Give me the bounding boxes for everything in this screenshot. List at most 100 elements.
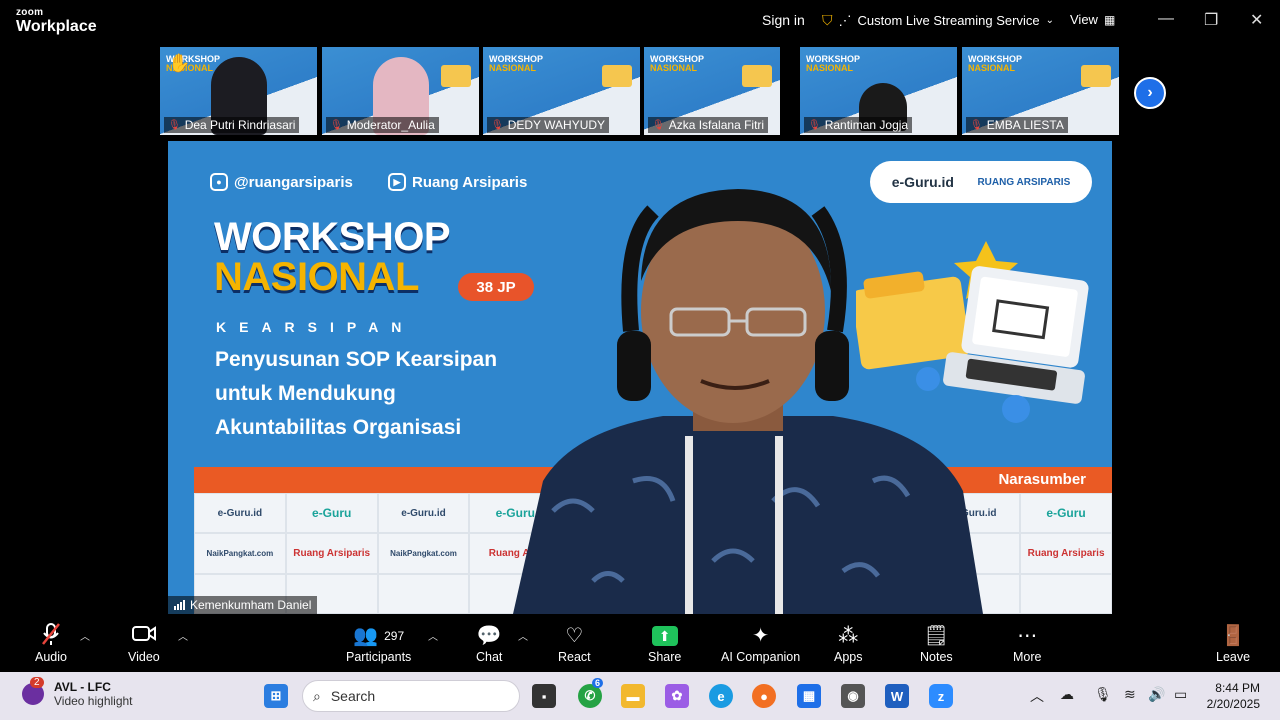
windows-start-icon[interactable]: ⊞ bbox=[264, 684, 288, 708]
system-clock[interactable]: 8:44 PM 2/20/2025 bbox=[1207, 680, 1260, 712]
file-explorer-icon[interactable]: ▬ bbox=[621, 684, 645, 708]
search-placeholder: Search bbox=[330, 688, 376, 704]
chat-options-caret-icon[interactable]: ︿ bbox=[518, 628, 528, 643]
sponsor-logo: Ruang Arsiparis bbox=[1020, 533, 1112, 574]
word-icon[interactable]: W bbox=[885, 684, 909, 708]
view-label: View bbox=[1070, 12, 1098, 27]
next-page-button[interactable]: › bbox=[1134, 77, 1166, 109]
instagram-text: @ruangarsiparis bbox=[234, 173, 353, 191]
participant-name-tag: 🎙 EMBA LIESTA bbox=[966, 117, 1068, 133]
ai-companion-button[interactable]: ✦ AI Companion bbox=[721, 622, 800, 664]
chat-button[interactable]: 💬 Chat bbox=[476, 622, 502, 664]
audio-button[interactable]: Audio bbox=[35, 622, 67, 664]
workshop-title-line-2: NASIONAL bbox=[214, 255, 419, 299]
participants-options-caret-icon[interactable]: ︿ bbox=[428, 628, 438, 643]
sign-in-button[interactable]: Sign in bbox=[762, 12, 805, 28]
workshop-title-line-1: WORKSHOP bbox=[214, 215, 451, 259]
narasumber-label: Narasumber bbox=[998, 471, 1086, 488]
sponsor-logo: NaikPangkat.com bbox=[194, 533, 286, 574]
participant-tile[interactable]: WORKSHOP NASIONAL 🎙 Rantiman Jogja bbox=[800, 47, 957, 135]
battery-icon[interactable]: ▭ bbox=[1174, 686, 1187, 703]
leave-button[interactable]: 🚪 Leave bbox=[1216, 622, 1250, 664]
sponsor-logo: e-Guru.id bbox=[377, 493, 470, 534]
share-button[interactable]: ⬆ Share bbox=[648, 622, 681, 664]
rss-icon: ⋰ bbox=[838, 12, 852, 28]
sponsor-logo: e-Guru bbox=[1020, 493, 1112, 534]
video-options-caret-icon[interactable]: ︿ bbox=[178, 628, 188, 643]
sponsor-logo: e-Guru.id bbox=[194, 493, 286, 534]
apps-label: Apps bbox=[834, 650, 863, 664]
instagram-handle: ● @ruangarsiparis bbox=[210, 173, 353, 191]
participants-label: Participants bbox=[346, 650, 412, 664]
sponsor-logo: Ruang Arsiparis bbox=[285, 533, 378, 574]
taskbar-search[interactable]: ⌕ Search bbox=[302, 680, 520, 712]
audio-options-caret-icon[interactable]: ︿ bbox=[80, 628, 90, 643]
sponsor-logo bbox=[377, 573, 470, 614]
windows-taskbar: 2 AVL - LFC Video highlight ⊞ ⌕ Search ▪… bbox=[0, 672, 1280, 720]
participant-tile[interactable]: WORKSHOP NASIONAL 🎙 EMBA LIESTA bbox=[962, 47, 1119, 135]
view-button[interactable]: View ▦ bbox=[1070, 12, 1115, 27]
widget-news[interactable]: 2 AVL - LFC Video highlight bbox=[22, 677, 133, 708]
video-label: Video bbox=[128, 650, 160, 664]
muted-mic-icon: 🎙 bbox=[168, 119, 181, 131]
weather-icon[interactable]: ☁ bbox=[1060, 686, 1074, 703]
edge-icon[interactable]: e bbox=[709, 684, 733, 708]
subtitle-line-1: Penyusunan SOP Kearsipan bbox=[215, 348, 498, 371]
minimize-icon[interactable]: — bbox=[1158, 10, 1174, 28]
participant-tile[interactable]: 🎙 Moderator_Aulia bbox=[322, 47, 479, 135]
thumb-slide-title: WORKSHOP NASIONAL bbox=[968, 54, 1022, 74]
task-view-icon[interactable]: ▪ bbox=[532, 684, 556, 708]
participant-name-tag: 🎙 DEDY WAHYUDY bbox=[487, 117, 610, 133]
sparkle-icon: ✦ bbox=[752, 625, 769, 647]
camera-icon[interactable]: ◉ bbox=[841, 684, 865, 708]
whatsapp-badge: 6 bbox=[592, 678, 604, 688]
video-button[interactable]: Video bbox=[128, 622, 160, 664]
participant-name-tag: 🎙 Moderator_Aulia bbox=[326, 117, 439, 133]
store-icon[interactable]: ▦ bbox=[797, 684, 821, 708]
volume-icon[interactable]: 🔊 bbox=[1148, 686, 1165, 703]
firefox-icon[interactable]: ● bbox=[752, 684, 776, 708]
participant-name-tag: 🎙 Rantiman Jogja bbox=[804, 117, 913, 133]
restore-icon[interactable]: ❐ bbox=[1204, 10, 1218, 30]
notes-icon: 🗒 bbox=[923, 625, 950, 647]
live-streaming-dropdown[interactable]: ⛉ ⋰ Custom Live Streaming Service ⌄ bbox=[822, 12, 1054, 29]
whatsapp-icon[interactable]: ✆ 6 bbox=[578, 678, 604, 708]
participant-strip: WORKSHOP NASIONAL ✋ 🎙 Dea Putri Rindriasar… bbox=[160, 47, 1124, 135]
share-screen-icon: ⬆ bbox=[651, 626, 678, 646]
zoom-app-icon[interactable]: z bbox=[929, 684, 953, 708]
youtube-icon: ▶ bbox=[388, 173, 406, 191]
youtube-handle: ▶ Ruang Arsiparis bbox=[388, 173, 527, 191]
copilot-icon[interactable]: ✿ bbox=[665, 684, 689, 708]
wifi-icon[interactable]: ≋ bbox=[1124, 686, 1136, 703]
active-speaker-video: ● @ruangarsiparis ▶ Ruang Arsiparis e-Gu… bbox=[168, 141, 1112, 614]
more-button[interactable]: ⋯ More bbox=[1013, 622, 1041, 664]
thumb-slide-art bbox=[1081, 65, 1111, 87]
participants-count: 297 bbox=[384, 629, 405, 643]
premier-league-icon: 2 bbox=[22, 677, 44, 705]
tray-overflow-icon[interactable]: ︿ bbox=[1030, 686, 1044, 706]
search-icon: ⌕ bbox=[313, 687, 321, 704]
thumb-slide-title: WORKSHOP NASIONAL bbox=[489, 54, 543, 74]
thumb-slide-art bbox=[441, 65, 471, 87]
react-label: React bbox=[558, 650, 591, 664]
sign-in-label: Sign in bbox=[762, 12, 805, 28]
apps-button[interactable]: ⁂ Apps bbox=[834, 622, 863, 664]
leave-label: Leave bbox=[1216, 650, 1251, 664]
close-icon[interactable]: ✕ bbox=[1250, 10, 1263, 30]
thumb-title-2: NASIONAL bbox=[650, 63, 697, 74]
video-camera-icon bbox=[131, 622, 157, 650]
muted-mic-icon: 🎙 bbox=[330, 119, 343, 131]
participant-tile[interactable]: WORKSHOP NASIONAL ✋ 🎙 Dea Putri Rindriasar… bbox=[160, 47, 317, 135]
more-ellipsis-icon: ⋯ bbox=[1017, 625, 1038, 647]
audio-level-icon bbox=[174, 600, 185, 610]
thumb-title-2: NASIONAL bbox=[968, 63, 1015, 74]
participant-tile[interactable]: WORKSHOP NASIONAL 🎙 DEDY WAHYUDY bbox=[483, 47, 640, 135]
subtitle-line-3: Akuntabilitas Organisasi bbox=[215, 416, 462, 439]
microphone-icon[interactable]: 🎙 bbox=[1094, 686, 1112, 703]
chat-label: Chat bbox=[476, 650, 503, 664]
participant-tile[interactable]: WORKSHOP NASIONAL 🎙 Azka Isfalana Fitri bbox=[644, 47, 780, 135]
notes-button[interactable]: 🗒 Notes bbox=[920, 622, 953, 664]
react-button[interactable]: ♡ React bbox=[558, 622, 591, 664]
participants-button[interactable]: 👥 297 Participants bbox=[346, 622, 411, 664]
heart-icon: ♡ bbox=[565, 625, 584, 647]
